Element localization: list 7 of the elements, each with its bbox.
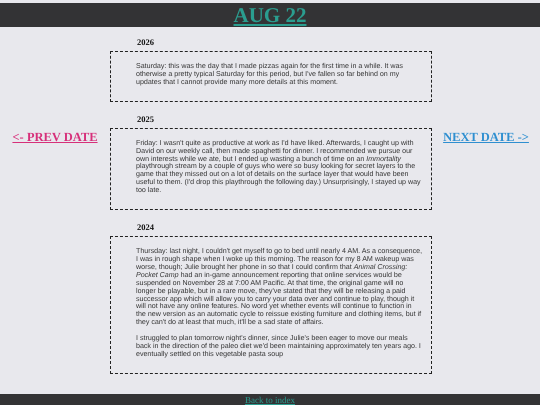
year-heading: 2024 (137, 222, 155, 232)
next-date-link[interactable]: NEXT DATE -> (443, 130, 529, 145)
year-heading: 2026 (137, 37, 155, 47)
date-title: AUG 22 (234, 2, 306, 28)
prev-date-link[interactable]: <- PREV DATE (12, 130, 98, 145)
back-to-index-link[interactable]: Back to index (245, 394, 295, 404)
year-heading: 2025 (137, 114, 155, 124)
